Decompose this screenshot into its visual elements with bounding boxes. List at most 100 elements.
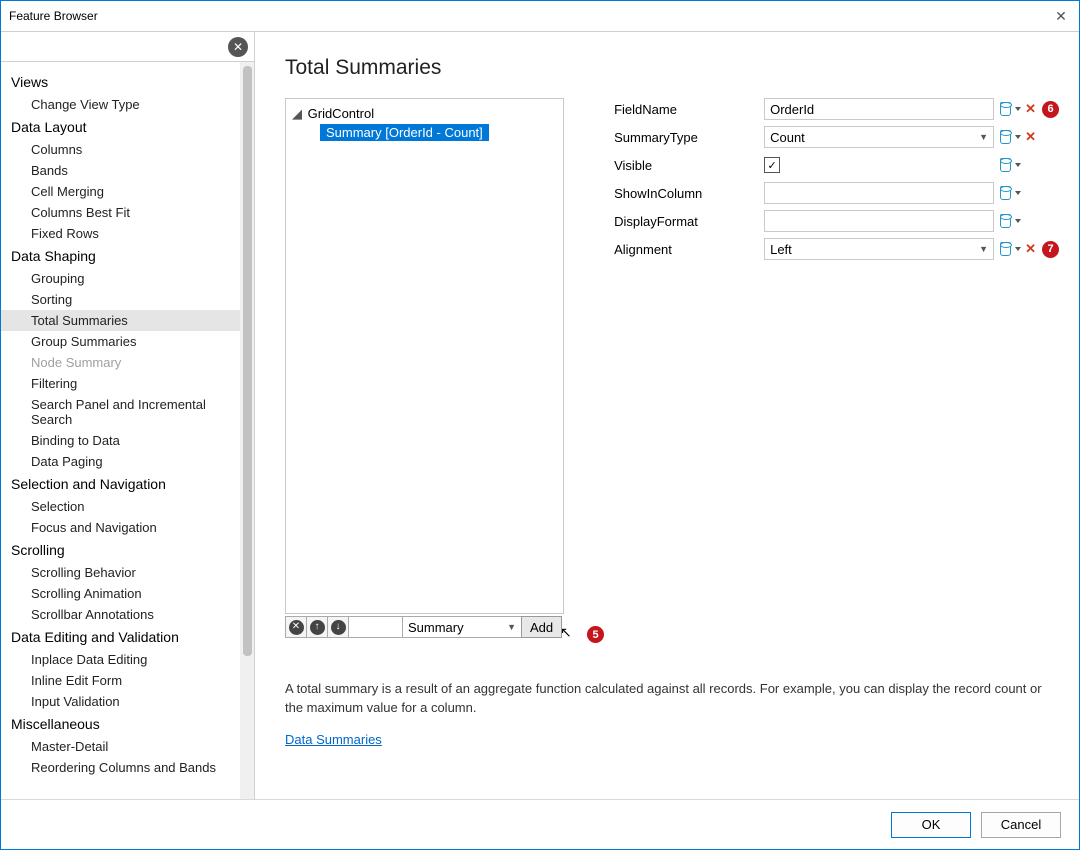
sidebar-item[interactable]: Search Panel and Incremental Search bbox=[1, 394, 240, 430]
sidebar-category[interactable]: Data Layout bbox=[1, 115, 240, 139]
sidebar-category[interactable]: Selection and Navigation bbox=[1, 472, 240, 496]
alignment-select[interactable]: Left ▼ bbox=[764, 238, 994, 260]
step-badge-7: 7 bbox=[1042, 241, 1059, 258]
titlebar: Feature Browser ✕ bbox=[1, 1, 1079, 31]
sidebar-item[interactable]: Fixed Rows bbox=[1, 223, 240, 244]
displayformat-input[interactable] bbox=[764, 210, 994, 232]
reset-icon[interactable]: ✕ bbox=[1025, 101, 1036, 117]
feature-tree[interactable]: ViewsChange View TypeData LayoutColumnsB… bbox=[1, 62, 240, 799]
delete-button[interactable]: ✕ bbox=[285, 616, 307, 638]
prop-label-displayformat: DisplayFormat bbox=[614, 214, 764, 229]
sidebar-category[interactable]: Views bbox=[1, 70, 240, 94]
sidebar-category[interactable]: Data Shaping bbox=[1, 244, 240, 268]
tree-root-label: GridControl bbox=[308, 106, 374, 121]
binding-icon[interactable] bbox=[1000, 214, 1011, 228]
sidebar-item[interactable]: Change View Type bbox=[1, 94, 240, 115]
sidebar-item[interactable]: Scrolling Animation bbox=[1, 583, 240, 604]
sidebar-category[interactable]: Scrolling bbox=[1, 538, 240, 562]
sidebar-item[interactable]: Selection bbox=[1, 496, 240, 517]
properties-panel: FieldName ✕ 6 SummaryType Count bbox=[614, 98, 1059, 638]
sidebar-scrollbar[interactable] bbox=[240, 62, 254, 799]
chevron-down-icon: ▼ bbox=[979, 132, 988, 142]
close-icon[interactable]: ✕ bbox=[1051, 8, 1071, 25]
alignment-value: Left bbox=[770, 242, 792, 257]
tree-root[interactable]: ◢ GridControl bbox=[290, 105, 559, 123]
clear-search-icon[interactable]: ✕ bbox=[228, 37, 248, 57]
chevron-down-icon[interactable] bbox=[1015, 107, 1021, 111]
showincolumn-input[interactable] bbox=[764, 182, 994, 204]
chevron-down-icon: ▼ bbox=[507, 622, 516, 632]
sidebar-item[interactable]: Reordering Columns and Bands bbox=[1, 757, 240, 778]
prop-label-alignment: Alignment bbox=[614, 242, 764, 257]
chevron-down-icon[interactable] bbox=[1015, 191, 1021, 195]
sidebar-item[interactable]: Master-Detail bbox=[1, 736, 240, 757]
chevron-down-icon[interactable] bbox=[1015, 219, 1021, 223]
sidebar-item[interactable]: Filtering bbox=[1, 373, 240, 394]
chevron-down-icon[interactable] bbox=[1015, 163, 1021, 167]
sidebar-item[interactable]: Columns bbox=[1, 139, 240, 160]
binding-icon[interactable] bbox=[1000, 130, 1011, 144]
cancel-button[interactable]: Cancel bbox=[981, 812, 1061, 838]
sidebar-item: Node Summary bbox=[1, 352, 240, 373]
prop-label-summarytype: SummaryType bbox=[614, 130, 764, 145]
collapse-icon[interactable]: ◢ bbox=[292, 106, 304, 122]
prop-label-fieldname: FieldName bbox=[614, 102, 764, 117]
chevron-down-icon: ▼ bbox=[979, 244, 988, 254]
search-input[interactable] bbox=[5, 36, 228, 58]
data-summaries-link[interactable]: Data Summaries bbox=[285, 732, 1059, 747]
dialog-footer: OK Cancel bbox=[1, 799, 1079, 849]
sidebar-item[interactable]: Inline Edit Form bbox=[1, 670, 240, 691]
tree-child-selected[interactable]: Summary [OrderId - Count] bbox=[320, 124, 489, 141]
prop-label-visible: Visible bbox=[614, 158, 764, 173]
sidebar-item[interactable]: Total Summaries bbox=[1, 310, 240, 331]
sidebar-item[interactable]: Inplace Data Editing bbox=[1, 649, 240, 670]
sidebar-item[interactable]: Scrolling Behavior bbox=[1, 562, 240, 583]
binding-icon[interactable] bbox=[1000, 186, 1011, 200]
sidebar-item[interactable]: Bands bbox=[1, 160, 240, 181]
binding-icon[interactable] bbox=[1000, 102, 1011, 116]
main-panel: Total Summaries ◢ GridControl Summary [O… bbox=[255, 32, 1079, 799]
sidebar-item[interactable]: Input Validation bbox=[1, 691, 240, 712]
sidebar-item[interactable]: Focus and Navigation bbox=[1, 517, 240, 538]
tree-toolbar: ✕ ↑ ↓ Summary ▼ Add ↖ 5 bbox=[285, 616, 564, 638]
search-row: ✕ bbox=[1, 32, 254, 62]
window-title: Feature Browser bbox=[9, 9, 1051, 23]
add-button-label: Add bbox=[530, 620, 553, 635]
cancel-label: Cancel bbox=[1001, 817, 1041, 832]
add-button[interactable]: Add bbox=[521, 616, 562, 638]
toolbar-spacer bbox=[348, 616, 403, 638]
ok-label: OK bbox=[922, 817, 941, 832]
prop-label-showincolumn: ShowInColumn bbox=[614, 186, 764, 201]
reset-icon[interactable]: ✕ bbox=[1025, 241, 1036, 257]
reset-icon[interactable]: ✕ bbox=[1025, 129, 1036, 145]
object-tree[interactable]: ◢ GridControl Summary [OrderId - Count] bbox=[285, 98, 564, 614]
chevron-down-icon[interactable] bbox=[1015, 135, 1021, 139]
sidebar-category[interactable]: Data Editing and Validation bbox=[1, 625, 240, 649]
sidebar: ✕ ViewsChange View TypeData LayoutColumn… bbox=[1, 32, 255, 799]
step-badge-5: 5 bbox=[587, 626, 604, 643]
page-title: Total Summaries bbox=[285, 56, 1059, 80]
sidebar-item[interactable]: Columns Best Fit bbox=[1, 202, 240, 223]
binding-icon[interactable] bbox=[1000, 158, 1011, 172]
move-up-button[interactable]: ↑ bbox=[306, 616, 328, 638]
sidebar-item[interactable]: Data Paging bbox=[1, 451, 240, 472]
step-badge-6: 6 bbox=[1042, 101, 1059, 118]
summary-type-select[interactable]: Summary ▼ bbox=[402, 616, 522, 638]
summary-type-label: Summary bbox=[408, 620, 464, 635]
move-down-button[interactable]: ↓ bbox=[327, 616, 349, 638]
sidebar-item[interactable]: Group Summaries bbox=[1, 331, 240, 352]
summarytype-value: Count bbox=[770, 130, 805, 145]
sidebar-item[interactable]: Scrollbar Annotations bbox=[1, 604, 240, 625]
binding-icon[interactable] bbox=[1000, 242, 1011, 256]
sidebar-item[interactable]: Sorting bbox=[1, 289, 240, 310]
fieldname-input[interactable] bbox=[764, 98, 994, 120]
summarytype-select[interactable]: Count ▼ bbox=[764, 126, 994, 148]
description-text: A total summary is a result of an aggreg… bbox=[285, 680, 1059, 718]
sidebar-item[interactable]: Binding to Data bbox=[1, 430, 240, 451]
sidebar-category[interactable]: Miscellaneous bbox=[1, 712, 240, 736]
sidebar-item[interactable]: Grouping bbox=[1, 268, 240, 289]
visible-checkbox[interactable]: ✓ bbox=[764, 157, 780, 173]
chevron-down-icon[interactable] bbox=[1015, 247, 1021, 251]
sidebar-item[interactable]: Cell Merging bbox=[1, 181, 240, 202]
ok-button[interactable]: OK bbox=[891, 812, 971, 838]
